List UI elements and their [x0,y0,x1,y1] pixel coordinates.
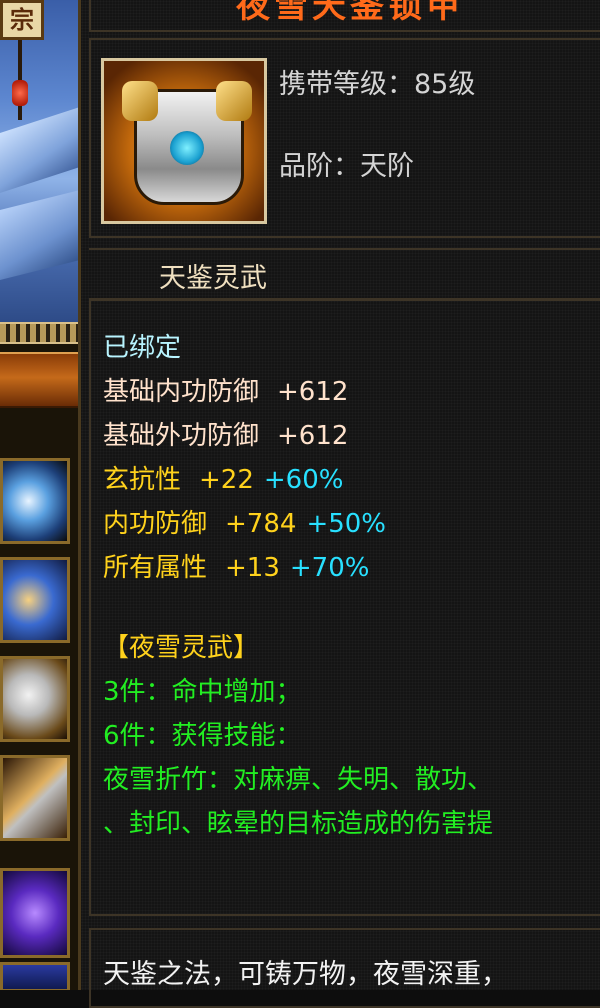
inventory-slot-sword[interactable] [0,755,70,841]
stat-value: +784 [225,509,297,539]
set-title: 【夜雪灵武】 [103,633,260,663]
sect-sign: 宗 [0,0,44,40]
stat-row: 内功防御 +784 +50% [103,503,386,540]
roof-decoration [0,103,78,197]
game-scene: 宗 [0,0,78,325]
inventory-slot-armor[interactable] [0,656,70,742]
stat-percent: +50% [306,509,387,539]
item-info-box: 携带等级：85级 品阶：天阶 [89,38,600,238]
item-tooltip: 夜雪天鉴锁甲 携带等级：85级 品阶：天阶 天鉴灵武 已绑定 基础内功防御 +61… [78,0,600,1008]
skill-description-line: 、封印、眩晕的目标造成的伤害提 [103,809,494,839]
armor-icon [101,58,267,224]
stat-row: 基础内功防御 +612 [103,371,348,408]
stat-percent: +60% [263,465,344,495]
shoulder-shape [122,81,158,121]
inventory-slot-weapon[interactable] [0,557,70,643]
stat-name: 基础外功防御 [103,421,260,451]
flavor-text-box: 天鉴之法，可铸万物，夜雪深重， [89,928,600,1008]
skill-description-line: 夜雪折竹：对麻痹、失明、散功、 [103,765,494,795]
panel-header-bar [0,352,78,408]
stat-row: 基础外功防御 +612 [103,415,348,452]
stat-row: 所有属性 +13 +70% [103,547,369,584]
stat-name: 玄抗性 [103,465,182,495]
stat-value: +13 [225,553,280,583]
tooltip-title-box: 夜雪天鉴锁甲 [89,0,600,32]
inventory-slot-ring[interactable] [0,458,70,544]
set-group-box: 天鉴灵武 [89,248,600,298]
stat-percent: +70% [289,553,370,583]
stat-value: +612 [277,421,349,451]
stat-row: 玄抗性 +22 +60% [103,459,343,496]
stat-name: 内功防御 [103,509,208,539]
set-group-name: 天鉴灵武 [159,263,267,294]
stat-name: 基础内功防御 [103,377,260,407]
roof-decoration [0,187,78,283]
stat-value: +22 [199,465,254,495]
bound-status: 已绑定 [103,333,182,363]
stat-name: 所有属性 [103,553,208,583]
inventory-slot-item[interactable] [0,962,70,990]
gem-shape [170,131,204,165]
shoulder-shape [216,81,252,121]
carry-level: 携带等级：85级 [279,69,476,100]
set-bonus-3: 3件：命中增加； [103,677,302,707]
item-name: 夜雪天鉴锁甲 [236,0,464,26]
stat-value: +612 [277,377,349,407]
decorative-border [0,322,78,344]
lantern-icon [12,80,28,106]
set-bonus-6: 6件：获得技能： [103,721,302,751]
stats-box: 已绑定 基础内功防御 +612 基础外功防御 +612 玄抗性 +22 +60% 内功防… [89,298,600,916]
inventory-slot-spirit[interactable] [0,868,70,958]
flavor-text: 天鉴之法，可铸万物，夜雪深重， [103,959,508,990]
item-grade: 品阶：天阶 [279,151,414,182]
game-side-panel: 宗 [0,0,78,990]
